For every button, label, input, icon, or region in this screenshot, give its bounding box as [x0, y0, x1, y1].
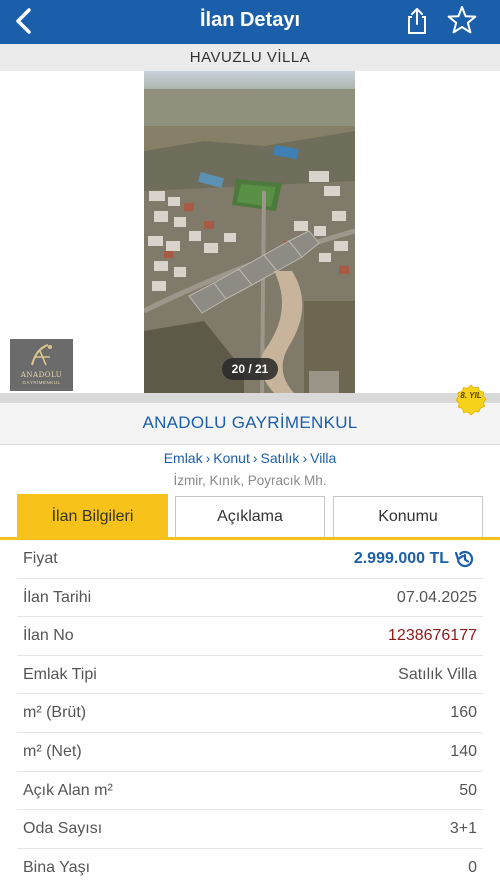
detail-row-type: Emlak Tipi Satılık Villa	[17, 656, 483, 695]
agency-name[interactable]: ANADOLU GAYRİMENKUL	[0, 413, 500, 433]
detail-label: Oda Sayısı	[23, 820, 103, 838]
top-app-bar: İlan Detayı	[0, 0, 500, 44]
favorite-button[interactable]	[446, 4, 478, 36]
detail-value: 0	[468, 858, 477, 876]
years-badge: 8. YIL	[455, 384, 487, 416]
history-icon[interactable]	[453, 547, 477, 571]
detail-value: 50	[459, 781, 477, 799]
share-button[interactable]	[402, 6, 432, 36]
breadcrumb-item-satilik[interactable]: Satılık	[261, 450, 300, 466]
seal-badge-icon	[455, 384, 487, 416]
detail-label: Fiyat	[23, 550, 58, 567]
share-icon	[408, 8, 426, 34]
breadcrumb: Emlak › Konut › Satılık › Villa	[0, 450, 500, 466]
detail-row-open-area: Açık Alan m² 50	[17, 772, 483, 811]
breadcrumb-separator: ›	[252, 450, 258, 466]
detail-value: Satılık Villa	[398, 665, 477, 683]
detail-row-listing-no: İlan No 1238676177	[17, 617, 483, 656]
logo-subtext: GAYRİMENKUL	[22, 380, 61, 385]
agency-logo-mark-icon	[31, 344, 52, 366]
listing-title: HAVUZLU VİLLA	[0, 44, 500, 71]
agency-bar[interactable]: ANADOLU GAYRİMENKUL	[0, 403, 500, 445]
breadcrumb-item-emlak[interactable]: Emlak	[164, 450, 203, 466]
listing-number: 1238676177	[388, 627, 477, 645]
breadcrumb-separator: ›	[302, 450, 308, 466]
divider	[0, 393, 500, 403]
tab-aciklama[interactable]: Açıklama	[175, 496, 325, 538]
location-text: İzmir, Kınık, Poyracık Mh.	[173, 473, 327, 488]
detail-label: İlan No	[23, 627, 74, 645]
detail-label: Açık Alan m²	[23, 781, 113, 799]
detail-row-date: İlan Tarihi 07.04.2025	[17, 579, 483, 618]
detail-value: 07.04.2025	[396, 588, 477, 606]
photo-counter: 20 / 21	[222, 358, 278, 380]
agency-logo[interactable]: ANADOLU GAYRİMENKUL	[10, 339, 73, 391]
breadcrumb-item-konut[interactable]: Konut	[213, 450, 250, 466]
detail-row-net-area: m² (Net) 140	[17, 733, 483, 772]
listing-details: Fiyat 2.999.000 TL İlan Tarihi 07.04.202…	[17, 540, 483, 885]
listing-photo[interactable]	[144, 71, 355, 393]
detail-value: 160	[450, 704, 477, 722]
detail-tabs: İlan Bilgileri Açıklama Konumu	[0, 494, 500, 540]
detail-label: m² (Brüt)	[23, 704, 87, 722]
breadcrumb-separator: ›	[205, 450, 211, 466]
detail-row-price: Fiyat 2.999.000 TL	[17, 540, 483, 579]
logo-text: ANADOLU	[20, 371, 63, 379]
detail-value: 3+1	[449, 820, 477, 838]
detail-label: Emlak Tipi	[23, 665, 97, 683]
detail-row-rooms: Oda Sayısı 3+1	[17, 810, 483, 849]
photo-gallery[interactable]: 20 / 21 ANADOLU GAYRİMENKUL	[0, 71, 500, 393]
detail-row-gross-area: m² (Brüt) 160	[17, 694, 483, 733]
tab-konumu[interactable]: Konumu	[333, 496, 483, 538]
star-outline-icon	[447, 6, 477, 34]
detail-label: İlan Tarihi	[23, 588, 92, 606]
price-value: 2.999.000 TL	[353, 550, 449, 567]
detail-label: m² (Net)	[23, 742, 82, 760]
detail-row-building-age: Bina Yaşı 0	[17, 849, 483, 885]
badge-text: 8. YIL	[460, 391, 482, 400]
detail-value: 140	[450, 742, 477, 760]
tab-ilan-bilgileri[interactable]: İlan Bilgileri	[17, 494, 168, 538]
breadcrumb-item-villa[interactable]: Villa	[310, 450, 336, 466]
detail-label: Bina Yaşı	[23, 858, 91, 876]
